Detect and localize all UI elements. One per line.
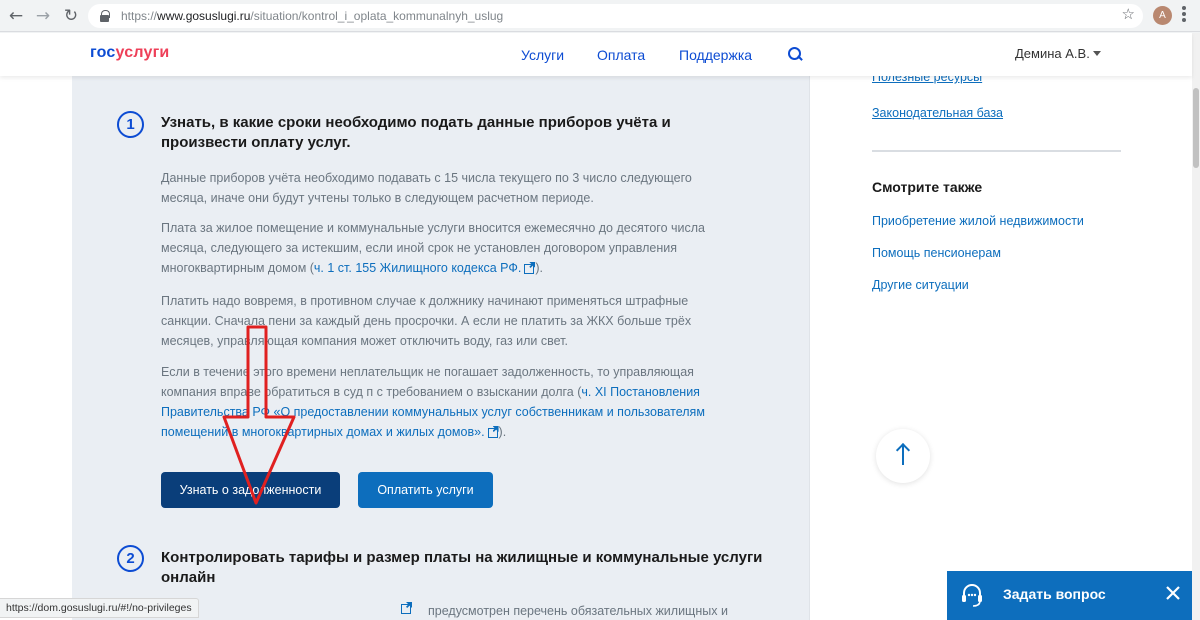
step-number-2: 2 bbox=[117, 545, 144, 572]
back-arrow-icon[interactable]: ← bbox=[5, 5, 27, 27]
status-bar-url: https://dom.gosuslugi.ru/#!/no-privilege… bbox=[0, 598, 199, 618]
address-bar[interactable]: https://www.gosuslugi.ru/situation/kontr… bbox=[88, 4, 1143, 28]
see-also-link-real-estate[interactable]: Приобретение жилой недвижимости bbox=[872, 214, 1084, 228]
step-number-1: 1 bbox=[117, 111, 144, 138]
ask-question-label: Задать вопрос bbox=[1003, 586, 1106, 602]
external-link-icon bbox=[524, 262, 535, 274]
external-link-icon bbox=[401, 602, 412, 614]
step-1-title: Узнать, в какие сроки необходимо подать … bbox=[161, 114, 671, 151]
nav-services[interactable]: Услуги bbox=[521, 47, 564, 63]
nav-support[interactable]: Поддержка bbox=[679, 47, 752, 63]
see-also-link-pensioners[interactable]: Помощь пенсионерам bbox=[872, 246, 1001, 260]
search-icon[interactable] bbox=[788, 47, 802, 61]
user-name[interactable]: Демина А.В. bbox=[1015, 46, 1090, 61]
link-legislation[interactable]: Законодательная база bbox=[872, 106, 1003, 120]
close-icon[interactable] bbox=[1164, 584, 1182, 602]
profile-avatar[interactable]: А bbox=[1153, 6, 1172, 25]
scroll-to-top-button[interactable] bbox=[876, 429, 930, 483]
see-also-heading: Смотрите также bbox=[872, 179, 983, 195]
chevron-down-icon[interactable] bbox=[1093, 51, 1101, 56]
gosuslugi-logo[interactable]: госуслуги bbox=[90, 44, 169, 62]
bookmark-star-icon[interactable]: ☆ bbox=[1122, 5, 1135, 23]
headset-icon bbox=[962, 584, 982, 607]
forward-arrow-icon[interactable]: → bbox=[32, 5, 54, 27]
step-2-paragraph: предусмотрен перечень обязательных жилищ… bbox=[428, 604, 728, 618]
step-1-paragraph-2: Плата за жилое помещение и коммунальные … bbox=[161, 221, 705, 275]
scrollbar-thumb[interactable] bbox=[1193, 88, 1199, 168]
page-scrollbar[interactable] bbox=[1192, 33, 1200, 620]
lock-icon bbox=[100, 10, 110, 22]
site-header: госуслуги Услуги Оплата Поддержка Демина… bbox=[0, 33, 1192, 76]
page-viewport: Полезные ресурсы Законодательная база См… bbox=[0, 33, 1200, 620]
browser-menu-icon[interactable] bbox=[1182, 6, 1186, 26]
nav-payment[interactable]: Оплата bbox=[597, 47, 645, 63]
see-also-link-other[interactable]: Другие ситуации bbox=[872, 278, 969, 292]
annotation-arrow-icon bbox=[222, 325, 296, 505]
step-1-paragraph-1: Данные приборов учёта необходимо подават… bbox=[161, 171, 692, 205]
external-link-icon bbox=[487, 426, 499, 438]
pay-services-button[interactable]: Оплатить услуги bbox=[358, 472, 493, 508]
reload-icon[interactable]: ↻ bbox=[60, 5, 82, 27]
url-text: https://www.gosuslugi.ru/situation/kontr… bbox=[121, 9, 504, 23]
ask-question-widget[interactable]: Задать вопрос bbox=[947, 571, 1195, 620]
housing-code-link[interactable]: ч. 1 ст. 155 Жилищного кодекса РФ. bbox=[314, 261, 521, 275]
sidebar-divider bbox=[872, 150, 1121, 152]
browser-toolbar: ← → ↻ https://www.gosuslugi.ru/situation… bbox=[0, 0, 1200, 32]
step-2-title: Контролировать тарифы и размер платы на … bbox=[161, 549, 763, 586]
